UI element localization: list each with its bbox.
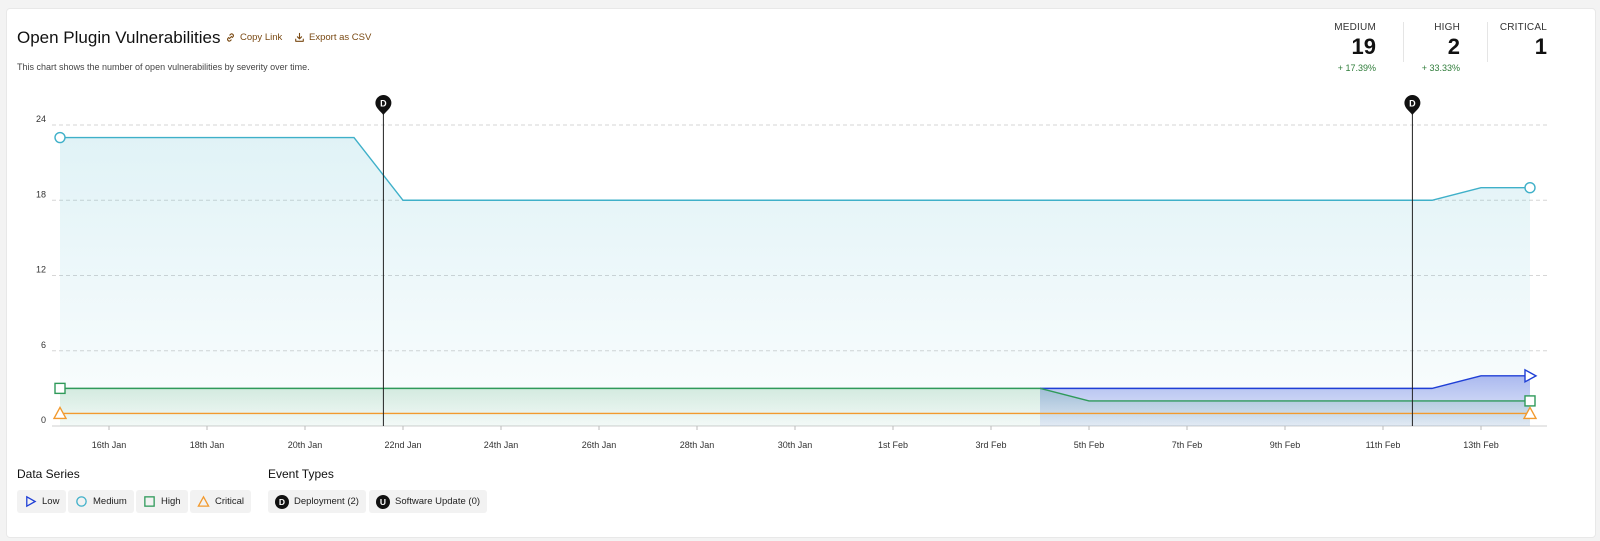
x-tick-label: 24th Jan bbox=[484, 440, 519, 450]
stat-high-change: + 33.33% bbox=[1421, 63, 1460, 73]
stat-high: HIGH 2 + 33.33% bbox=[1422, 22, 1460, 73]
line-chart: D D 0 6 12 18 24 16th Jan 18th Jan 20th Jan 22nd… bbox=[36, 95, 1547, 450]
y-tick-label: 0 bbox=[41, 415, 46, 425]
event-pin-label: D bbox=[1409, 99, 1416, 109]
y-tick-label: 12 bbox=[36, 265, 46, 275]
link-icon bbox=[227, 33, 234, 42]
y-tick-label: 24 bbox=[36, 114, 46, 124]
stat-divider bbox=[1487, 22, 1488, 62]
legend-label: High bbox=[161, 496, 181, 507]
marker-medium bbox=[1524, 182, 1536, 194]
legend-label: Low bbox=[42, 496, 60, 507]
legend-label: Deployment (2) bbox=[294, 496, 359, 507]
y-tick-label: 18 bbox=[36, 189, 46, 199]
legend-label: Critical bbox=[215, 496, 245, 507]
chart-subtitle: This chart shows the number of open vuln… bbox=[17, 62, 310, 72]
legend-event-deployment[interactable]: D Deployment (2) bbox=[268, 490, 366, 513]
stat-critical: CRITICAL 1 bbox=[1500, 22, 1547, 63]
x-tick-label: 30th Jan bbox=[778, 440, 813, 450]
legend-event-software-update[interactable]: U Software Update (0) bbox=[369, 490, 488, 513]
stat-medium-value: 19 bbox=[1351, 34, 1376, 59]
export-csv-label: Export as CSV bbox=[309, 32, 372, 43]
event-pin-label: D bbox=[380, 99, 387, 109]
y-axis: 0 6 12 18 24 bbox=[36, 114, 46, 425]
chart-title: Open Plugin Vulnerabilities bbox=[17, 28, 221, 47]
marker-low bbox=[1524, 368, 1538, 384]
deployment-badge-icon: D bbox=[275, 494, 289, 509]
square-icon bbox=[144, 496, 155, 507]
stat-medium-label: MEDIUM bbox=[1334, 22, 1376, 33]
software-update-badge-icon: U bbox=[376, 494, 390, 509]
x-tick-label: 26th Jan bbox=[582, 440, 617, 450]
stat-medium: MEDIUM 19 + 17.39% bbox=[1334, 22, 1376, 73]
triangle-right-icon bbox=[26, 495, 37, 508]
triangle-icon bbox=[197, 495, 210, 507]
x-tick-label: 11th Feb bbox=[1366, 440, 1401, 450]
legend-label: Software Update (0) bbox=[395, 496, 481, 507]
x-tick-label: 1st Feb bbox=[878, 440, 908, 450]
x-tick-label: 3rd Feb bbox=[975, 440, 1006, 450]
data-series-title: Data Series bbox=[17, 467, 80, 481]
marker-high bbox=[1524, 395, 1536, 407]
stat-medium-change: + 17.39% bbox=[1337, 63, 1376, 73]
download-icon bbox=[295, 32, 304, 42]
x-tick-label: 9th Feb bbox=[1270, 440, 1301, 450]
x-tick-label: 16th Jan bbox=[92, 440, 127, 450]
x-tick-label: 20th Jan bbox=[288, 440, 323, 450]
circle-icon bbox=[76, 496, 87, 507]
copy-link-label: Copy Link bbox=[240, 32, 283, 43]
legend-item-critical[interactable]: Critical bbox=[190, 490, 252, 513]
stat-critical-value: 1 bbox=[1534, 34, 1547, 59]
stat-high-value: 2 bbox=[1447, 34, 1460, 59]
series-areas bbox=[60, 137, 1530, 426]
x-axis: 16th Jan 18th Jan 20th Jan 22nd Jan 24th Jan… bbox=[92, 426, 1499, 450]
legend-item-medium[interactable]: Medium bbox=[68, 490, 134, 513]
legend-item-high[interactable]: High bbox=[136, 490, 188, 513]
legend-label: Medium bbox=[93, 496, 127, 507]
stat-high-label: HIGH bbox=[1434, 22, 1460, 33]
x-tick-label: 22nd Jan bbox=[384, 440, 421, 450]
x-tick-label: 18th Jan bbox=[190, 440, 225, 450]
stat-divider bbox=[1403, 22, 1404, 62]
export-csv-button[interactable]: Export as CSV bbox=[294, 32, 371, 43]
area-medium bbox=[60, 137, 1530, 426]
marker-medium bbox=[54, 131, 66, 144]
marker-high bbox=[54, 382, 66, 395]
y-tick-label: 6 bbox=[41, 340, 46, 350]
copy-link-button[interactable]: Copy Link bbox=[225, 32, 282, 43]
legend-item-low[interactable]: Low bbox=[17, 490, 67, 513]
x-tick-label: 13th Feb bbox=[1463, 440, 1499, 450]
x-tick-label: 5th Feb bbox=[1074, 440, 1105, 450]
x-tick-label: 7th Feb bbox=[1172, 440, 1203, 450]
event-types-title: Event Types bbox=[268, 467, 334, 481]
x-tick-label: 28th Jan bbox=[680, 440, 715, 450]
stat-critical-label: CRITICAL bbox=[1499, 22, 1547, 33]
